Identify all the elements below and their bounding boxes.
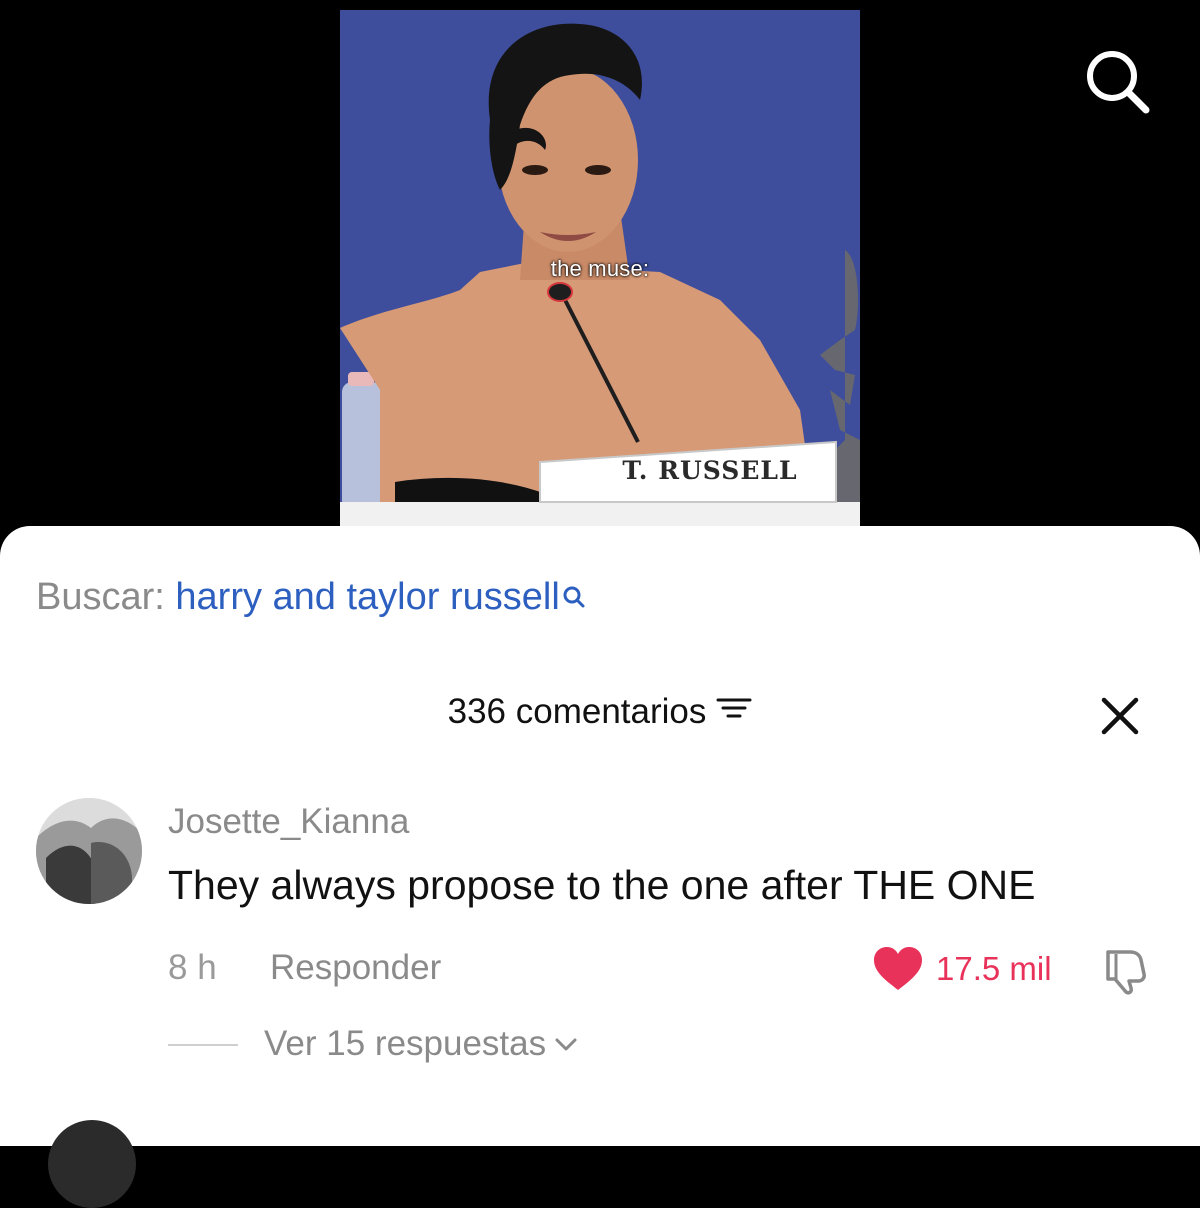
comments-header: 336 comentarios	[0, 692, 1200, 732]
view-replies-label: Ver 15 respuestas	[264, 1024, 547, 1063]
search-suggestion[interactable]: Buscar: harry and taylor russell	[36, 576, 586, 621]
like-button[interactable]: 17.5 mil	[872, 946, 1052, 992]
chevron-down-icon	[555, 1038, 577, 1051]
search-small-icon	[562, 578, 586, 621]
close-comments-button[interactable]	[1098, 694, 1142, 738]
dislike-button[interactable]	[1100, 946, 1156, 996]
comment-text: They always propose to the one after THE…	[168, 862, 1036, 908]
search-suggestion-prefix: Buscar:	[36, 576, 165, 618]
avatar[interactable]	[36, 798, 142, 904]
search-button[interactable]	[1078, 42, 1158, 122]
comments-sheet: Buscar: harry and taylor russell 336 com…	[0, 526, 1200, 1208]
search-suggestion-query[interactable]: harry and taylor russell	[175, 576, 559, 618]
comments-count: 336 comentarios	[447, 692, 707, 731]
reply-button[interactable]: Responder	[270, 948, 441, 988]
comment-item: Josette_Kianna They always propose to th…	[0, 796, 1200, 1096]
video-caption: the muse:	[550, 256, 650, 281]
heart-icon	[874, 947, 922, 990]
next-comment-avatar[interactable]	[48, 1120, 136, 1208]
comment-username[interactable]: Josette_Kianna	[168, 802, 409, 842]
video-player[interactable]: the muse: T. RUSSELL	[0, 0, 1200, 560]
like-count: 17.5 mil	[936, 950, 1052, 987]
thumbs-down-icon	[1106, 950, 1146, 995]
search-icon	[1087, 51, 1150, 114]
close-icon	[1101, 697, 1139, 735]
filter-icon[interactable]	[716, 692, 752, 732]
video-frame[interactable]: the muse: T. RUSSELL	[340, 10, 860, 528]
replies-divider	[168, 1044, 238, 1046]
view-replies-button[interactable]: Ver 15 respuestas	[264, 1024, 578, 1064]
comment-timestamp: 8 h	[168, 948, 217, 987]
nameplate-text: T. RUSSELL	[622, 456, 798, 485]
